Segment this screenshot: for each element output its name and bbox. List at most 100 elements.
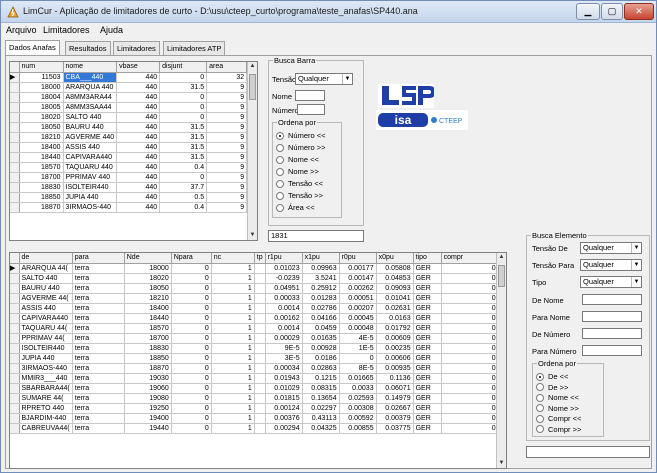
table-cell[interactable]: 440 bbox=[116, 172, 161, 183]
table-cell[interactable]: 0.00606 bbox=[376, 353, 414, 364]
table-cell[interactable]: 0.00235 bbox=[376, 343, 414, 354]
table-row[interactable]: ▶ ARARQUA 44(terra 18000 0 1 0.01023 0.09963 0.… bbox=[10, 263, 499, 274]
table-cell[interactable]: 0.00294 bbox=[265, 423, 303, 434]
table-cell[interactable]: JUPIA 440 bbox=[63, 192, 118, 203]
row-indicator[interactable] bbox=[10, 323, 20, 334]
table-cell[interactable]: 440 bbox=[116, 92, 161, 103]
scroll-thumb[interactable] bbox=[249, 74, 256, 100]
table-cell[interactable]: 1 bbox=[211, 303, 255, 314]
tab-limitadores-atp[interactable]: Limitadores ATP bbox=[163, 41, 226, 55]
table-cell[interactable]: terra bbox=[72, 373, 125, 384]
table-cell[interactable] bbox=[254, 383, 266, 394]
table-cell[interactable]: 9 bbox=[206, 192, 248, 203]
table-row[interactable]: SUMARE 44(terra 19080 0 1 0.01815 0.13654 0.02… bbox=[10, 393, 499, 404]
row-indicator[interactable] bbox=[10, 413, 20, 424]
table-row[interactable]: AGVERME 44(terra 18210 0 1 0.00033 0.01283 0.0… bbox=[10, 293, 499, 304]
tab-dados-anafas[interactable]: Dados Anafas bbox=[5, 40, 60, 55]
bus-grid-scrollbar[interactable]: ▲ ▼ bbox=[247, 62, 257, 240]
table-cell[interactable]: GER bbox=[413, 413, 442, 424]
column-header[interactable]: r1pu bbox=[265, 253, 303, 264]
column-header[interactable]: disjunt bbox=[159, 62, 208, 73]
table-cell[interactable]: 0.02631 bbox=[376, 303, 414, 314]
table-cell[interactable]: 9 bbox=[206, 162, 248, 173]
table-cell[interactable]: 0.01283 bbox=[302, 293, 340, 304]
table-cell[interactable]: 0.01635 bbox=[302, 333, 340, 344]
row-indicator[interactable] bbox=[10, 152, 20, 163]
title-bar[interactable]: LimCur - Aplicação de limitadores de cur… bbox=[1, 1, 656, 23]
table-cell[interactable]: 18700 bbox=[124, 333, 172, 344]
scroll-down-icon[interactable]: ▼ bbox=[248, 231, 257, 240]
table-cell[interactable]: CAPIVARA440 bbox=[63, 152, 118, 163]
table-row[interactable]: 18020 SALTO 440 440 0 9 bbox=[10, 112, 248, 123]
table-cell[interactable]: 0 bbox=[171, 283, 212, 294]
table-cell[interactable]: 18000 bbox=[124, 263, 172, 274]
table-cell[interactable]: 0 bbox=[171, 343, 212, 354]
table-row[interactable]: 18400 ASSIS 440 440 31.5 9 bbox=[10, 142, 248, 153]
table-cell[interactable]: 0.00162 bbox=[265, 313, 303, 324]
table-cell[interactable]: GER bbox=[413, 293, 442, 304]
sort-option[interactable]: Nome >> bbox=[276, 167, 319, 176]
table-cell[interactable]: 9 bbox=[206, 152, 248, 163]
table-cell[interactable]: 0 bbox=[441, 343, 499, 354]
table-cell[interactable]: 19400 bbox=[124, 413, 172, 424]
table-cell[interactable]: 1 bbox=[211, 313, 255, 324]
table-cell[interactable]: 0 bbox=[171, 413, 212, 424]
table-cell[interactable]: 0.00935 bbox=[376, 363, 414, 374]
table-cell[interactable]: GER bbox=[413, 363, 442, 374]
table-cell[interactable]: 0 bbox=[171, 273, 212, 284]
table-cell[interactable]: CABREUVA44( bbox=[19, 423, 73, 434]
table-cell[interactable]: 0 bbox=[171, 323, 212, 334]
table-row[interactable]: 18850 JUPIA 440 440 0.5 9 bbox=[10, 192, 248, 203]
table-cell[interactable]: terra bbox=[72, 293, 125, 304]
table-cell[interactable]: 0.0014 bbox=[265, 323, 303, 334]
table-cell[interactable]: 9 bbox=[206, 122, 248, 133]
table-cell[interactable]: 0 bbox=[441, 413, 499, 424]
scroll-up-icon[interactable]: ▲ bbox=[248, 62, 257, 71]
table-cell[interactable]: TAQUARU 44( bbox=[19, 323, 73, 334]
radio-icon[interactable] bbox=[536, 393, 544, 402]
table-cell[interactable]: 0.00048 bbox=[339, 323, 377, 334]
row-indicator[interactable] bbox=[10, 293, 20, 304]
table-cell[interactable]: terra bbox=[72, 283, 125, 294]
table-cell[interactable]: 0 bbox=[441, 303, 499, 314]
row-indicator[interactable] bbox=[10, 102, 20, 113]
table-cell[interactable]: 440 bbox=[116, 122, 161, 133]
table-row[interactable]: 18440 CAPIVARA440 440 31.5 9 bbox=[10, 152, 248, 163]
table-cell[interactable]: 440 bbox=[116, 142, 161, 153]
table-cell[interactable]: ARARQUA 44( bbox=[19, 263, 73, 274]
table-cell[interactable]: 440 bbox=[116, 72, 161, 83]
table-cell[interactable]: 31.5 bbox=[159, 122, 208, 133]
table-cell[interactable]: A8MM3ARA44 bbox=[63, 92, 118, 103]
table-cell[interactable]: 0 bbox=[441, 263, 499, 274]
para-numero-input[interactable] bbox=[582, 345, 642, 356]
table-cell[interactable]: ASSIS 440 bbox=[19, 303, 73, 314]
table-cell[interactable]: 18830 bbox=[124, 343, 172, 354]
menu-limitadores[interactable]: Limitadores bbox=[43, 25, 90, 35]
table-cell[interactable]: 0.00308 bbox=[339, 403, 377, 414]
table-cell[interactable]: 0.02786 bbox=[302, 303, 340, 314]
bus-grid[interactable]: num nome vbase disjunt area ▶ 11503 CBA___… bbox=[9, 61, 258, 241]
table-cell[interactable]: 19080 bbox=[124, 393, 172, 404]
table-cell[interactable]: GER bbox=[413, 393, 442, 404]
table-cell[interactable]: 1 bbox=[211, 383, 255, 394]
table-cell[interactable]: JUPIA 440 bbox=[19, 353, 73, 364]
table-cell[interactable]: 9 bbox=[206, 112, 248, 123]
table-cell[interactable]: terra bbox=[72, 343, 125, 354]
table-cell[interactable]: ISOLTEIR440 bbox=[63, 182, 118, 193]
table-cell[interactable]: 0.01041 bbox=[376, 293, 414, 304]
table-cell[interactable]: 0 bbox=[171, 393, 212, 404]
table-cell[interactable] bbox=[254, 413, 266, 424]
table-cell[interactable]: 440 bbox=[116, 182, 161, 193]
tensao-select[interactable]: Qualquer ▼ bbox=[295, 73, 353, 85]
table-cell[interactable]: AGVERME 440 bbox=[63, 132, 118, 143]
maximize-button[interactable]: ▢ bbox=[601, 3, 623, 20]
column-header[interactable]: compr bbox=[441, 253, 499, 264]
minimize-button[interactable]: ▁ bbox=[576, 3, 600, 20]
column-header[interactable]: tp bbox=[254, 253, 266, 264]
table-cell[interactable]: 0.02593 bbox=[339, 393, 377, 404]
table-cell[interactable]: 0 bbox=[441, 393, 499, 404]
table-row[interactable]: 18050 BAURU 440 440 31.5 9 bbox=[10, 122, 248, 133]
table-row[interactable]: RPRETO 440 terra 19250 0 1 0.00124 0.02297 0.00… bbox=[10, 403, 499, 414]
sort-option[interactable]: Área << bbox=[276, 203, 315, 212]
table-cell[interactable]: 0 bbox=[171, 373, 212, 384]
